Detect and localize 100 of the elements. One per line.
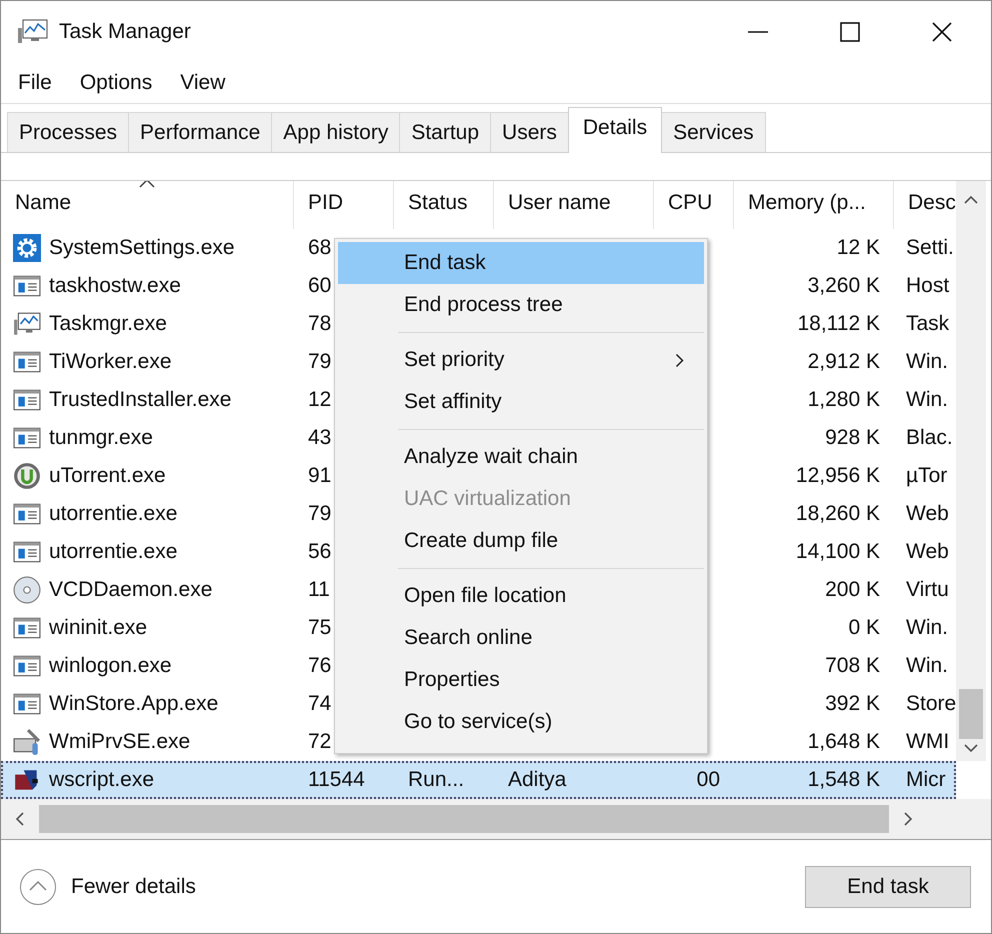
table-cell: 0 K [848, 616, 880, 640]
table-cell: SystemSettings.exe [49, 236, 235, 260]
tab[interactable]: Services [661, 112, 766, 152]
table-cell: 928 K [825, 426, 880, 450]
column-header[interactable]: CPU [654, 181, 734, 229]
column-header[interactable]: PID [294, 181, 394, 229]
table-cell: 708 K [825, 654, 880, 678]
context-menu-item[interactable]: Search online [338, 617, 704, 659]
disc-icon [13, 576, 41, 604]
context-menu-item[interactable]: Go to service(s) [338, 701, 704, 743]
table-cell: 1,548 K [808, 768, 880, 792]
table-cell: uTorrent.exe [49, 464, 166, 488]
window-title: Task Manager [59, 20, 191, 44]
table-cell: 91 [308, 464, 332, 488]
collapse-icon [19, 868, 57, 906]
vertical-scrollbar[interactable] [956, 181, 986, 761]
maximize-icon[interactable] [839, 21, 861, 43]
gear-icon [13, 234, 41, 262]
context-menu-item[interactable]: Create dump file [338, 520, 704, 562]
table-cell: Aditya [508, 768, 566, 792]
table-cell: VCDDaemon.exe [49, 578, 212, 602]
table-cell: wscript.exe [49, 768, 154, 792]
tab[interactable]: Processes [7, 112, 130, 152]
menu-item[interactable]: File [18, 71, 52, 95]
tab[interactable]: Details [568, 107, 662, 153]
sort-caret-icon [139, 181, 155, 188]
fewer-details-toggle[interactable]: Fewer details [19, 868, 196, 906]
table-cell: 18,260 K [796, 502, 880, 526]
table-cell: Win. [906, 616, 948, 640]
column-header[interactable]: Status [394, 181, 494, 229]
selected-row-highlight[interactable]: wscript.exe 11544 Run... Aditya 00 1,548 K Micr [1, 761, 956, 799]
table-cell: taskhostw.exe [49, 274, 181, 298]
table-cell: 00 [696, 768, 720, 792]
table-cell: 56 [308, 540, 332, 564]
table-cell: 11544 [308, 768, 365, 792]
close-icon[interactable] [931, 21, 953, 43]
end-task-button[interactable]: End task [805, 866, 971, 908]
table-cell: Web [906, 540, 949, 564]
scroll-left-icon[interactable] [15, 811, 25, 827]
context-menu-item[interactable]: End task [338, 242, 704, 284]
tools-icon [13, 728, 41, 756]
context-menu-item[interactable]: Properties [338, 659, 704, 701]
table-cell: µTor [906, 464, 948, 488]
tab[interactable]: Performance [128, 112, 272, 152]
table-cell: 392 K [825, 692, 880, 716]
column-header[interactable]: Desc [894, 181, 956, 229]
table-cell: Micr [906, 768, 946, 792]
table-cell: Task [906, 312, 950, 336]
table-cell: Setti. [906, 236, 954, 260]
table-cell: WMI [906, 730, 950, 754]
table-cell: Win. [906, 654, 948, 678]
table-cell: Store [906, 692, 956, 716]
tab[interactable]: Users [490, 112, 569, 152]
context-menu-item[interactable]: Set affinity [338, 381, 704, 423]
tab[interactable]: App history [271, 112, 400, 152]
column-header[interactable]: Memory (p... [734, 181, 894, 229]
table-cell: Win. [906, 388, 948, 412]
table-cell: 76 [308, 654, 332, 678]
table-cell: 75 [308, 616, 332, 640]
table-cell: 18,112 K [797, 312, 880, 336]
table-cell: 74 [308, 692, 332, 716]
table-cell: 200 K [825, 578, 880, 602]
monitor-chart-icon [17, 18, 49, 46]
table-cell: 12 [308, 388, 332, 412]
table-cell: 12 K [836, 236, 880, 260]
table-cell: 14,100 K [796, 540, 880, 564]
tab[interactable]: Startup [399, 112, 492, 152]
menu-item[interactable]: Options [80, 71, 152, 95]
column-header[interactable]: User name [494, 181, 654, 229]
context-menu-item[interactable]: End process tree [338, 284, 704, 326]
table-cell: Host [906, 274, 950, 298]
monitor-chart-icon [13, 310, 41, 338]
column-header[interactable]: Name [1, 181, 294, 229]
table-cell: 68 [308, 236, 332, 260]
table-cell: 79 [308, 350, 332, 374]
table-cell: TrustedInstaller.exe [49, 388, 232, 412]
table-cell: utorrentie.exe [49, 502, 178, 526]
menu-item[interactable]: View [180, 71, 226, 95]
table-cell: 11 [308, 578, 330, 602]
table-cell: winlogon.exe [49, 654, 172, 678]
table-cell: wininit.exe [49, 616, 148, 640]
table-cell: Win. [906, 350, 948, 374]
scrollbar-thumb[interactable] [39, 805, 889, 833]
submenu-chevron-icon [675, 352, 684, 368]
table-cell: 1,280 K [808, 388, 880, 412]
table-cell: 60 [308, 274, 332, 298]
table-cell: Run... [408, 768, 464, 792]
table-cell: 43 [308, 426, 332, 450]
table-cell: Blac. [906, 426, 953, 450]
scrollbar-thumb[interactable] [959, 689, 983, 739]
scroll-down-icon[interactable] [963, 743, 979, 753]
table-cell: 72 [308, 730, 332, 754]
torrent-logo-icon [13, 462, 41, 490]
scroll-right-icon[interactable] [903, 811, 913, 827]
table-cell: 12,956 K [796, 464, 880, 488]
scroll-up-icon[interactable] [963, 195, 979, 205]
table-cell: utorrentie.exe [49, 540, 178, 564]
table-cell: Web [906, 502, 949, 526]
horizontal-scrollbar[interactable] [1, 799, 991, 840]
table-cell: WmiPrvSE.exe [49, 730, 190, 754]
